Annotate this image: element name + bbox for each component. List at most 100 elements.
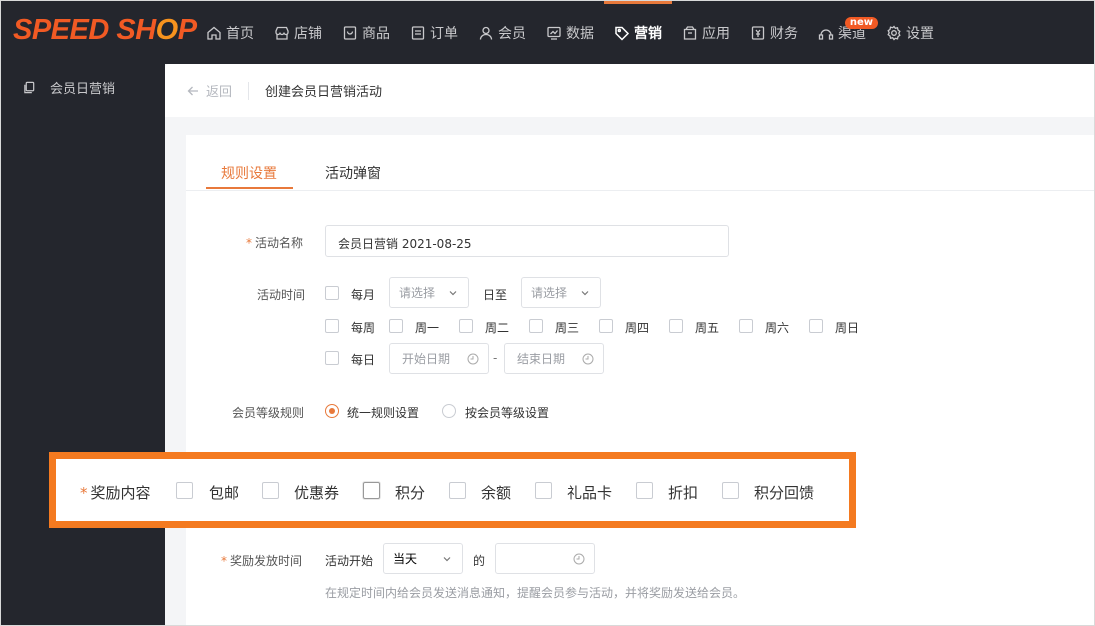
reward-checkbox-discount[interactable] — [636, 482, 653, 499]
reward-option-label: 折扣 — [668, 484, 699, 502]
weekday-checkbox-sun[interactable] — [809, 319, 823, 333]
reward-checkbox-free-shipping[interactable] — [176, 482, 193, 499]
weekday-label: 周五 — [695, 321, 720, 335]
gear-icon — [887, 25, 901, 40]
tag-icon — [615, 26, 630, 41]
reward-release-label: * 奖励发放时间 — [221, 554, 303, 568]
page-title: 创建会员日营销活动 — [265, 85, 383, 100]
activity-time-label: 活动时间 — [257, 288, 306, 302]
reward-checkbox-points[interactable] — [363, 482, 380, 499]
copy-icon — [24, 81, 35, 94]
tab-rule-settings[interactable]: 规则设置 — [221, 163, 277, 183]
chevron-down-icon — [449, 290, 457, 295]
sidebar-item-label: 会员日营销 — [50, 82, 116, 97]
reward-checkbox-gift-card[interactable] — [535, 482, 552, 499]
monthly-checkbox[interactable] — [325, 286, 339, 300]
select-placeholder: 请选择 — [399, 286, 436, 300]
daily-label: 每日 — [351, 353, 376, 367]
sidebar-item-member-day[interactable]: 会员日营销 — [23, 78, 115, 97]
reward-checkbox-coupon[interactable] — [262, 482, 279, 499]
weekday-checkbox-sat[interactable] — [739, 319, 753, 333]
app-window: SPEED SHOP 首页 店铺 商品 订单 会员 数据 营销 应用 财务 渠道… — [0, 0, 1095, 626]
reward-content-highlight: * 奖励内容 包邮 优惠券 积分 余额 礼品卡 折扣 积分回馈 — [49, 452, 856, 528]
monthly-label: 每月 — [351, 288, 376, 302]
speed-shop-logo[interactable]: SPEED SHOP — [13, 14, 197, 47]
chevron-down-icon — [581, 290, 589, 295]
reward-option-label: 积分 — [395, 484, 426, 502]
nav-item-channel[interactable]: 渠道 new — [808, 1, 878, 64]
reward-checkbox-balance[interactable] — [449, 482, 466, 499]
reward-option-label: 余额 — [481, 484, 512, 502]
nav-label: 数据 — [566, 25, 594, 42]
back-label: 返回 — [206, 85, 233, 100]
start-date-picker[interactable]: 开始日期 — [389, 343, 489, 374]
nav-item-store[interactable]: 店铺 — [264, 1, 332, 64]
weekday-label: 周六 — [765, 321, 790, 335]
member-level-label: 会员等级规则 — [232, 406, 305, 420]
clock-icon — [582, 353, 594, 364]
back-button[interactable]: 返回 — [187, 81, 232, 100]
start-date-placeholder: 开始日期 — [402, 352, 451, 366]
arrow-left-icon — [187, 86, 198, 95]
reward-option-label: 优惠券 — [294, 484, 340, 502]
nav-label: 商品 — [362, 25, 390, 42]
weekday-label: 周二 — [485, 321, 510, 335]
weekday-label: 周三 — [555, 321, 580, 335]
activity-name-input[interactable]: 会员日营销 2021-08-25 — [325, 225, 729, 257]
radio-by-level[interactable] — [442, 404, 456, 418]
reward-option-label: 包邮 — [209, 484, 240, 502]
date-range-separator: - — [493, 351, 498, 365]
breadcrumb-divider — [248, 81, 250, 100]
weekly-label: 每周 — [351, 321, 376, 335]
activity-name-value: 会员日营销 2021-08-25 — [338, 237, 472, 251]
weekday-checkbox-wed[interactable] — [529, 319, 543, 333]
user-icon — [479, 26, 493, 40]
end-date-picker[interactable]: 结束日期 — [504, 343, 604, 374]
month-end-select[interactable]: 请选择 — [521, 277, 601, 308]
nav-label: 订单 — [430, 25, 458, 42]
main-nav: 首页 店铺 商品 订单 会员 数据 营销 应用 财务 渠道 new 设置 — [196, 1, 944, 64]
weekday-checkbox-mon[interactable] — [389, 319, 403, 333]
month-start-select[interactable]: 请选择 — [389, 277, 469, 308]
chart-icon — [547, 26, 561, 40]
nav-item-marketing[interactable]: 营销 — [604, 1, 672, 64]
new-badge: new — [844, 17, 878, 29]
reward-checkbox-points-feedback[interactable] — [722, 482, 739, 499]
release-day-select[interactable]: 当天 — [383, 543, 463, 574]
release-hint: 在规定时间内给会员发送消息通知，提醒会员参与活动，并将奖励发送给会员。 — [325, 586, 746, 600]
select-placeholder: 请选择 — [531, 286, 568, 300]
clock-icon — [467, 353, 479, 364]
weekday-checkbox-thu[interactable] — [599, 319, 613, 333]
radio-uniform-rule[interactable] — [325, 404, 339, 418]
daily-checkbox[interactable] — [325, 351, 339, 365]
channel-icon — [818, 28, 834, 40]
tab-popup[interactable]: 活动弹窗 — [325, 163, 381, 183]
release-of-label: 的 — [473, 554, 486, 568]
release-time-picker[interactable] — [495, 543, 595, 574]
nav-item-app[interactable]: 应用 — [672, 1, 740, 64]
radio-uniform-rule-label: 统一规则设置 — [347, 406, 420, 420]
weekday-checkbox-fri[interactable] — [669, 319, 683, 333]
nav-label: 设置 — [906, 25, 934, 42]
nav-item-member[interactable]: 会员 — [468, 1, 536, 64]
nav-item-finance[interactable]: 财务 — [740, 1, 808, 64]
nav-item-goods[interactable]: 商品 — [332, 1, 400, 64]
radio-by-level-label: 按会员等级设置 — [465, 406, 550, 420]
weekday-checkbox-tue[interactable] — [459, 319, 473, 333]
end-date-placeholder: 结束日期 — [517, 352, 566, 366]
nav-label: 会员 — [498, 25, 526, 42]
finance-icon — [751, 25, 765, 40]
nav-item-home[interactable]: 首页 — [196, 1, 264, 64]
nav-label: 首页 — [226, 25, 254, 42]
weekly-checkbox[interactable] — [325, 319, 339, 333]
breadcrumb: 返回 创建会员日营销活动 — [165, 64, 1094, 117]
top-navbar: SPEED SHOP 首页 店铺 商品 订单 会员 数据 营销 应用 财务 渠道… — [1, 1, 1094, 64]
reward-content-label: * 奖励内容 — [80, 484, 151, 502]
nav-item-order[interactable]: 订单 — [400, 1, 468, 64]
activity-name-label: * 活动名称 — [246, 236, 304, 250]
nav-item-settings[interactable]: 设置 — [876, 1, 944, 64]
tab-active-indicator — [206, 187, 293, 189]
nav-label: 应用 — [702, 25, 730, 42]
nav-label: 财务 — [770, 25, 798, 42]
nav-item-data[interactable]: 数据 — [536, 1, 604, 64]
